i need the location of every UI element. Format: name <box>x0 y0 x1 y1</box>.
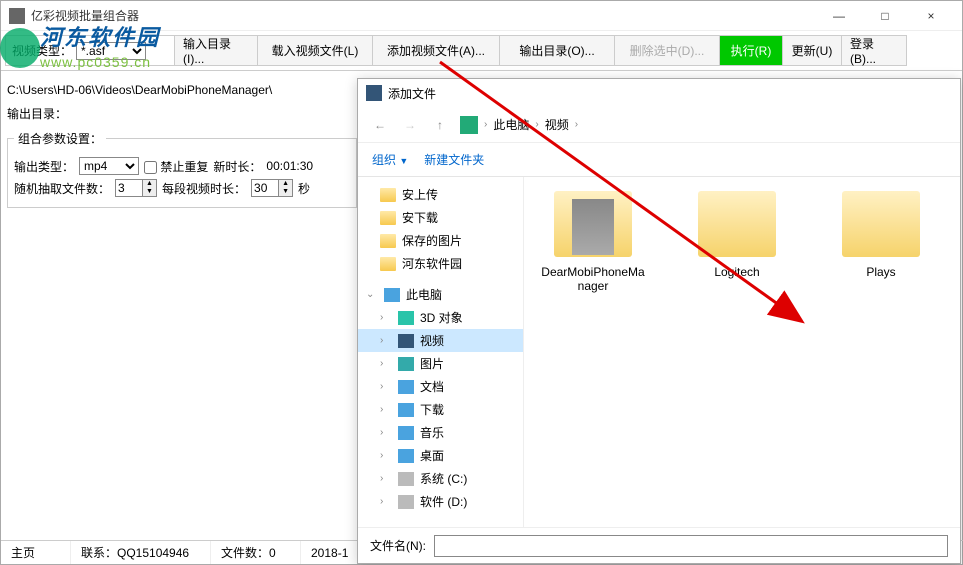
breadcrumb[interactable]: › 此电脑 › 视频 › <box>460 116 578 134</box>
expand-icon[interactable]: › <box>380 335 392 346</box>
expand-icon[interactable]: › <box>380 427 392 438</box>
folder-tree[interactable]: 安上传 安下载 保存的图片 河东软件园 ⌄此电脑 ›3D 对象 ›视频 ›图片 … <box>358 177 524 527</box>
app-icon <box>9 8 25 24</box>
nav-up-button[interactable]: ↑ <box>430 118 450 132</box>
no-repeat-checkbox[interactable]: 禁止重复 <box>144 158 208 175</box>
folder-item[interactable]: Logitech <box>682 191 792 279</box>
tree-node-pc[interactable]: ⌄此电脑 <box>358 283 523 306</box>
organize-menu[interactable]: 组织 ▼ <box>372 151 408 168</box>
dialog-icon <box>366 85 382 101</box>
expand-icon[interactable]: › <box>380 381 392 392</box>
expand-icon[interactable]: › <box>380 358 392 369</box>
random-count-stepper[interactable]: ▲▼ <box>115 179 157 197</box>
status-filecount: 文件数：0 <box>211 541 301 564</box>
status-contact: 联系：QQ15104946 <box>71 541 211 564</box>
pictures-icon <box>398 357 414 371</box>
tree-node[interactable]: 保存的图片 <box>402 232 462 249</box>
drive-icon <box>398 495 414 509</box>
segment-duration-label: 每段视频时长： <box>162 180 246 197</box>
load-video-button[interactable]: 载入视频文件(L) <box>257 35 373 66</box>
update-button[interactable]: 更新(U) <box>782 35 842 66</box>
nav-back-button[interactable]: ← <box>370 118 390 132</box>
tree-node-video[interactable]: ›视频 <box>358 329 523 352</box>
3d-icon <box>398 311 414 325</box>
output-type-label: 输出类型： <box>14 158 74 175</box>
app-title: 亿彩视频批量组合器 <box>31 7 816 24</box>
tree-node-music[interactable]: ›音乐 <box>358 421 523 444</box>
segment-duration-unit: 秒 <box>298 180 310 197</box>
drive-icon <box>398 472 414 486</box>
minimize-button[interactable]: — <box>816 1 862 31</box>
folder-icon <box>842 191 920 257</box>
tree-node-drive-d[interactable]: ›软件 (D:) <box>358 490 523 513</box>
random-count-label: 随机抽取文件数： <box>14 180 110 197</box>
tree-node[interactable]: 安上传 <box>402 186 438 203</box>
combine-params-group: 组合参数设置： 输出类型： mp4 禁止重复 新时长： 00:01:30 随机抽… <box>7 130 357 208</box>
desktop-icon <box>398 449 414 463</box>
folder-label: Logitech <box>714 265 759 279</box>
status-home[interactable]: 主页 <box>1 541 71 564</box>
tree-node-downloads[interactable]: ›下载 <box>358 398 523 421</box>
video-icon <box>398 334 414 348</box>
folder-thumbnail-icon <box>554 191 632 257</box>
login-button[interactable]: 登录(B)... <box>841 35 907 66</box>
dialog-title: 添加文件 <box>388 85 436 102</box>
expand-icon[interactable]: › <box>380 496 392 507</box>
tree-node-documents[interactable]: ›文档 <box>358 375 523 398</box>
music-icon <box>398 426 414 440</box>
folder-label: DearMobiPhoneManager <box>538 265 648 293</box>
segment-duration-stepper[interactable]: ▲▼ <box>251 179 293 197</box>
folder-item[interactable]: DearMobiPhoneManager <box>538 191 648 293</box>
expand-icon[interactable]: › <box>380 404 392 415</box>
video-type-label: 视频类型： <box>12 42 72 59</box>
collapse-icon[interactable]: ⌄ <box>366 289 378 300</box>
new-duration-label: 新时长： <box>213 158 261 175</box>
tree-node-drive-c[interactable]: ›系统 (C:) <box>358 467 523 490</box>
input-dir-button[interactable]: 输入目录(I)... <box>174 35 258 66</box>
tree-node-3d[interactable]: ›3D 对象 <box>358 306 523 329</box>
expand-icon[interactable]: › <box>380 450 392 461</box>
pc-icon <box>384 288 400 302</box>
new-folder-button[interactable]: 新建文件夹 <box>424 151 484 168</box>
execute-button[interactable]: 执行(R) <box>719 35 783 66</box>
folder-icon <box>698 191 776 257</box>
crumb-video[interactable]: 视频 <box>545 116 569 133</box>
tree-node-pictures[interactable]: ›图片 <box>358 352 523 375</box>
expand-icon[interactable]: › <box>380 473 392 484</box>
folder-item[interactable]: Plays <box>826 191 936 279</box>
file-list[interactable]: DearMobiPhoneManager Logitech Plays <box>524 177 960 527</box>
filename-label: 文件名(N): <box>370 537 426 554</box>
delete-selected-button[interactable]: 删除选中(D)... <box>614 35 720 66</box>
add-video-button[interactable]: 添加视频文件(A)... <box>372 35 500 66</box>
folder-icon <box>380 211 396 225</box>
video-type-group: 视频类型： *.asf <box>5 35 175 66</box>
folder-label: Plays <box>866 265 895 279</box>
video-location-icon <box>460 116 478 134</box>
nav-forward-button[interactable]: → <box>400 118 420 132</box>
folder-icon <box>380 257 396 271</box>
tree-node[interactable]: 河东软件园 <box>402 255 462 272</box>
new-duration-value: 00:01:30 <box>266 159 313 173</box>
documents-icon <box>398 380 414 394</box>
output-dir-label: 输出目录： <box>7 101 357 126</box>
close-button[interactable]: × <box>908 1 954 31</box>
tree-node[interactable]: 安下载 <box>402 209 438 226</box>
tree-node-desktop[interactable]: ›桌面 <box>358 444 523 467</box>
add-file-dialog: 添加文件 ← → ↑ › 此电脑 › 视频 › 组织 ▼ 新建文件夹 安上传 安… <box>357 78 961 564</box>
folder-icon <box>380 188 396 202</box>
folder-icon <box>380 234 396 248</box>
output-dir-button[interactable]: 输出目录(O)... <box>499 35 615 66</box>
maximize-button[interactable]: □ <box>862 1 908 31</box>
crumb-pc[interactable]: 此电脑 <box>493 116 529 133</box>
filename-input[interactable] <box>434 535 948 557</box>
video-type-select[interactable]: *.asf <box>76 42 146 60</box>
current-path: C:\Users\HD-06\Videos\DearMobiPhoneManag… <box>7 79 357 101</box>
output-type-select[interactable]: mp4 <box>79 157 139 175</box>
downloads-icon <box>398 403 414 417</box>
group-title: 组合参数设置： <box>14 130 106 147</box>
expand-icon[interactable]: › <box>380 312 392 323</box>
status-date: 2018-1 <box>301 541 361 564</box>
